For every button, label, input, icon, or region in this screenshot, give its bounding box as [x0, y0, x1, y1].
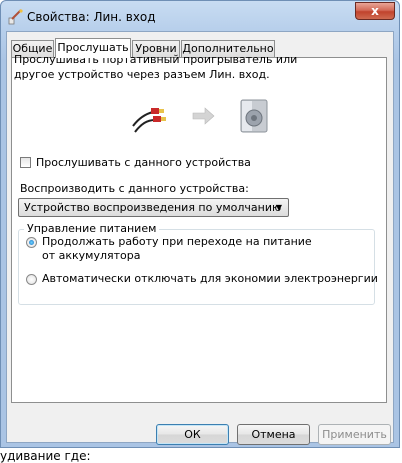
speaker-properties-icon — [8, 9, 23, 25]
radio-continue-label: Продолжать работу при переходе на питани… — [42, 235, 312, 262]
radio-continue-button[interactable] — [26, 237, 37, 248]
power-management-title: Управление питанием — [24, 222, 160, 235]
cancel-button[interactable]: Отмена — [237, 424, 310, 445]
window-title: Свойства: Лин. вход — [27, 10, 156, 24]
listen-checkbox-label: Прослушивать с данного устройства — [36, 156, 251, 169]
close-button[interactable]: x — [355, 2, 395, 20]
playback-device-value: Устройство воспроизведения по умолчанию — [24, 201, 282, 214]
playback-device-label: Воспроизводить с данного устройства: — [20, 182, 249, 195]
ok-button[interactable]: ОК — [156, 424, 229, 445]
radio-disable-label: Автоматически отключать для экономии эле… — [42, 272, 378, 285]
connection-illustration — [132, 99, 268, 133]
speaker-icon — [240, 99, 268, 133]
radio-disable-button[interactable] — [26, 274, 37, 285]
listen-checkbox-row[interactable]: Прослушивать с данного устройства — [20, 156, 251, 169]
title-bar[interactable]: Свойства: Лин. вход x — [1, 1, 399, 31]
tab-listen[interactable]: Прослушать — [55, 38, 131, 58]
audio-cable-icon — [132, 108, 166, 133]
dropdown-arrow-icon: ▼ — [275, 203, 282, 212]
right-arrow-icon — [192, 107, 215, 125]
properties-window: Свойства: Лин. вход x Общие Прослушать У… — [0, 0, 400, 448]
playback-device-select[interactable]: Устройство воспроизведения по умолчанию … — [18, 198, 289, 217]
radio-auto-disable[interactable]: Автоматически отключать для экономии эле… — [26, 272, 378, 286]
radio-continue-on-battery[interactable]: Продолжать работу при переходе на питани… — [26, 235, 326, 263]
background-page-text: удивание где: — [0, 449, 91, 463]
apply-button[interactable]: Применить — [318, 424, 391, 445]
listen-checkbox[interactable] — [20, 157, 31, 168]
